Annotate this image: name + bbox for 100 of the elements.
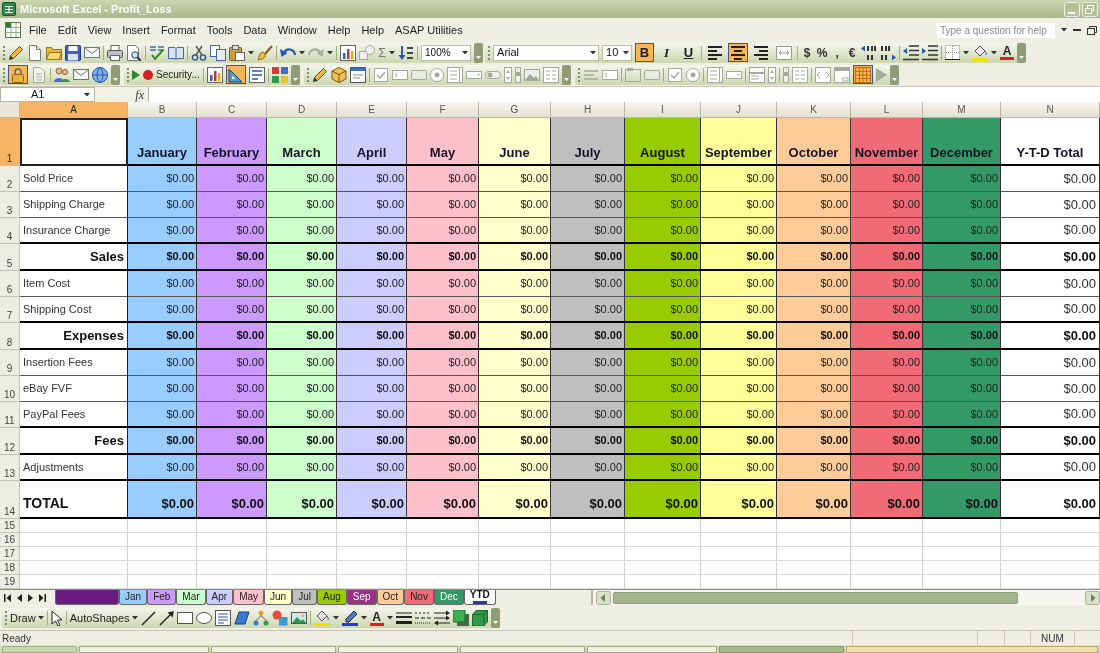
row-header[interactable]: 19 [0, 575, 20, 589]
column-header[interactable]: C [197, 102, 267, 118]
comma-button[interactable]: , [831, 44, 844, 61]
column-header[interactable]: G [479, 102, 551, 118]
caret-icon[interactable] [332, 616, 339, 620]
column-header[interactable]: B [128, 102, 197, 118]
oval-icon[interactable] [195, 612, 212, 624]
caret-icon[interactable] [84, 92, 90, 97]
menu-item[interactable]: Window [277, 21, 317, 39]
column-header[interactable]: M [923, 102, 1001, 118]
row-header[interactable]: 16 [0, 533, 20, 547]
menu-item[interactable]: Insert [122, 21, 150, 39]
caret-icon[interactable] [386, 616, 393, 620]
copy-icon[interactable] [210, 44, 226, 61]
record-dot-icon[interactable] [143, 69, 153, 80]
save-icon[interactable] [65, 44, 81, 61]
row-header[interactable]: 13 [0, 455, 20, 481]
caret-icon[interactable] [299, 50, 305, 55]
arrow-styles-icon[interactable] [433, 610, 450, 626]
sheet-tab[interactable]: Mar [176, 590, 206, 605]
column-header[interactable]: L [851, 102, 923, 118]
folder-icon[interactable] [46, 44, 62, 61]
column-header[interactable]: K [777, 102, 851, 118]
radio-button-icon[interactable] [429, 67, 444, 82]
caret-icon[interactable] [1061, 28, 1067, 32]
worksheet-icon[interactable] [5, 22, 21, 38]
grip-handle-icon[interactable] [488, 45, 491, 60]
toggle-button[interactable] [852, 65, 873, 84]
menu-item[interactable]: Edit [57, 21, 77, 39]
menu-item[interactable]: View [87, 21, 112, 39]
column-header[interactable]: J [701, 102, 777, 118]
column-header[interactable]: N [1001, 102, 1100, 118]
grip-handle-icon[interactable] [306, 67, 309, 82]
toggle-button[interactable] [8, 65, 28, 84]
scroll-thumb[interactable] [613, 591, 1018, 604]
pen-icon[interactable] [341, 610, 358, 626]
row-header[interactable]: 2 [0, 166, 20, 192]
row-header[interactable]: 7 [0, 297, 20, 323]
underline-button[interactable]: U [679, 43, 699, 62]
arrow-icon[interactable] [158, 610, 174, 626]
picture-icon[interactable] [290, 612, 307, 624]
formula-input[interactable] [148, 87, 1100, 102]
grip-handle-icon[interactable] [3, 45, 5, 60]
row-header[interactable]: 8 [0, 323, 20, 350]
selected-cell[interactable] [20, 118, 128, 166]
chart-icon[interactable] [340, 44, 356, 61]
font-color-button[interactable]: A [1000, 43, 1015, 62]
combo-list-icon[interactable] [748, 66, 765, 83]
menu-item[interactable]: Help [361, 21, 385, 39]
sheet-tab[interactable]: Aug [317, 590, 347, 605]
caret-icon[interactable] [590, 50, 597, 55]
grip-handle-icon[interactable] [5, 611, 7, 625]
radio-button-icon[interactable] [685, 67, 700, 82]
menu-item[interactable]: Tools [206, 21, 233, 39]
row-header[interactable]: 4 [0, 218, 20, 244]
font-color-button[interactable]: A [369, 609, 384, 627]
help-search-field[interactable]: Type a question for help [937, 22, 1055, 38]
caret-icon[interactable] [991, 50, 998, 55]
sheet-tab[interactable]: Apr [205, 590, 234, 605]
menu-item[interactable]: Help [327, 21, 351, 39]
row-header[interactable]: 17 [0, 547, 20, 561]
globe-icon[interactable] [92, 66, 108, 83]
scroll-right-icon[interactable] [1085, 590, 1100, 605]
cube-icon[interactable] [330, 66, 347, 83]
spell-check-icon[interactable] [149, 44, 165, 61]
play-icon[interactable] [132, 69, 140, 80]
envelope-icon[interactable] [73, 69, 89, 80]
scroll-bar-icon[interactable] [514, 66, 521, 83]
column-header[interactable]: D [267, 102, 337, 118]
line-icon[interactable] [140, 610, 156, 626]
toggle-button[interactable] [225, 65, 246, 84]
grip-handle-icon[interactable] [3, 67, 5, 82]
percent-button[interactable]: % [816, 44, 829, 61]
draw-menu-button[interactable]: Draw [10, 609, 44, 627]
border-grid-icon[interactable] [945, 45, 961, 60]
pencil-icon[interactable] [8, 44, 24, 61]
row-header[interactable]: 15 [0, 519, 20, 533]
dialog-icon[interactable] [833, 66, 850, 83]
sheet-tab[interactable]: Feb [147, 590, 177, 605]
grip-handle-icon[interactable] [577, 67, 580, 82]
indent-lines-icon[interactable] [922, 44, 939, 61]
sheet-tab[interactable]: Dec [433, 590, 464, 605]
print-preview-icon[interactable] [126, 44, 142, 61]
toolbar-options-icon[interactable] [561, 64, 571, 85]
spinner-icon[interactable] [767, 66, 776, 83]
row-header[interactable]: 3 [0, 192, 20, 218]
toggle-icon[interactable] [484, 70, 501, 79]
paint-bucket-icon[interactable] [972, 44, 989, 61]
scroll-left-icon[interactable] [596, 590, 611, 605]
zoom-field[interactable]: 100% [421, 44, 472, 61]
paintbrush-icon[interactable] [257, 44, 273, 61]
sort-arrow-icon[interactable] [398, 44, 415, 61]
horizontal-scrollbar[interactable] [591, 590, 1100, 605]
row-header[interactable]: 1 [0, 118, 20, 166]
column-header[interactable]: A [20, 102, 128, 118]
sheet-tab[interactable]: May [233, 590, 265, 605]
toolbar-options-icon[interactable] [490, 608, 500, 628]
previous-arrow-icon[interactable] [17, 594, 22, 602]
euro-button[interactable]: € [846, 44, 859, 61]
caret-icon[interactable] [327, 50, 333, 55]
